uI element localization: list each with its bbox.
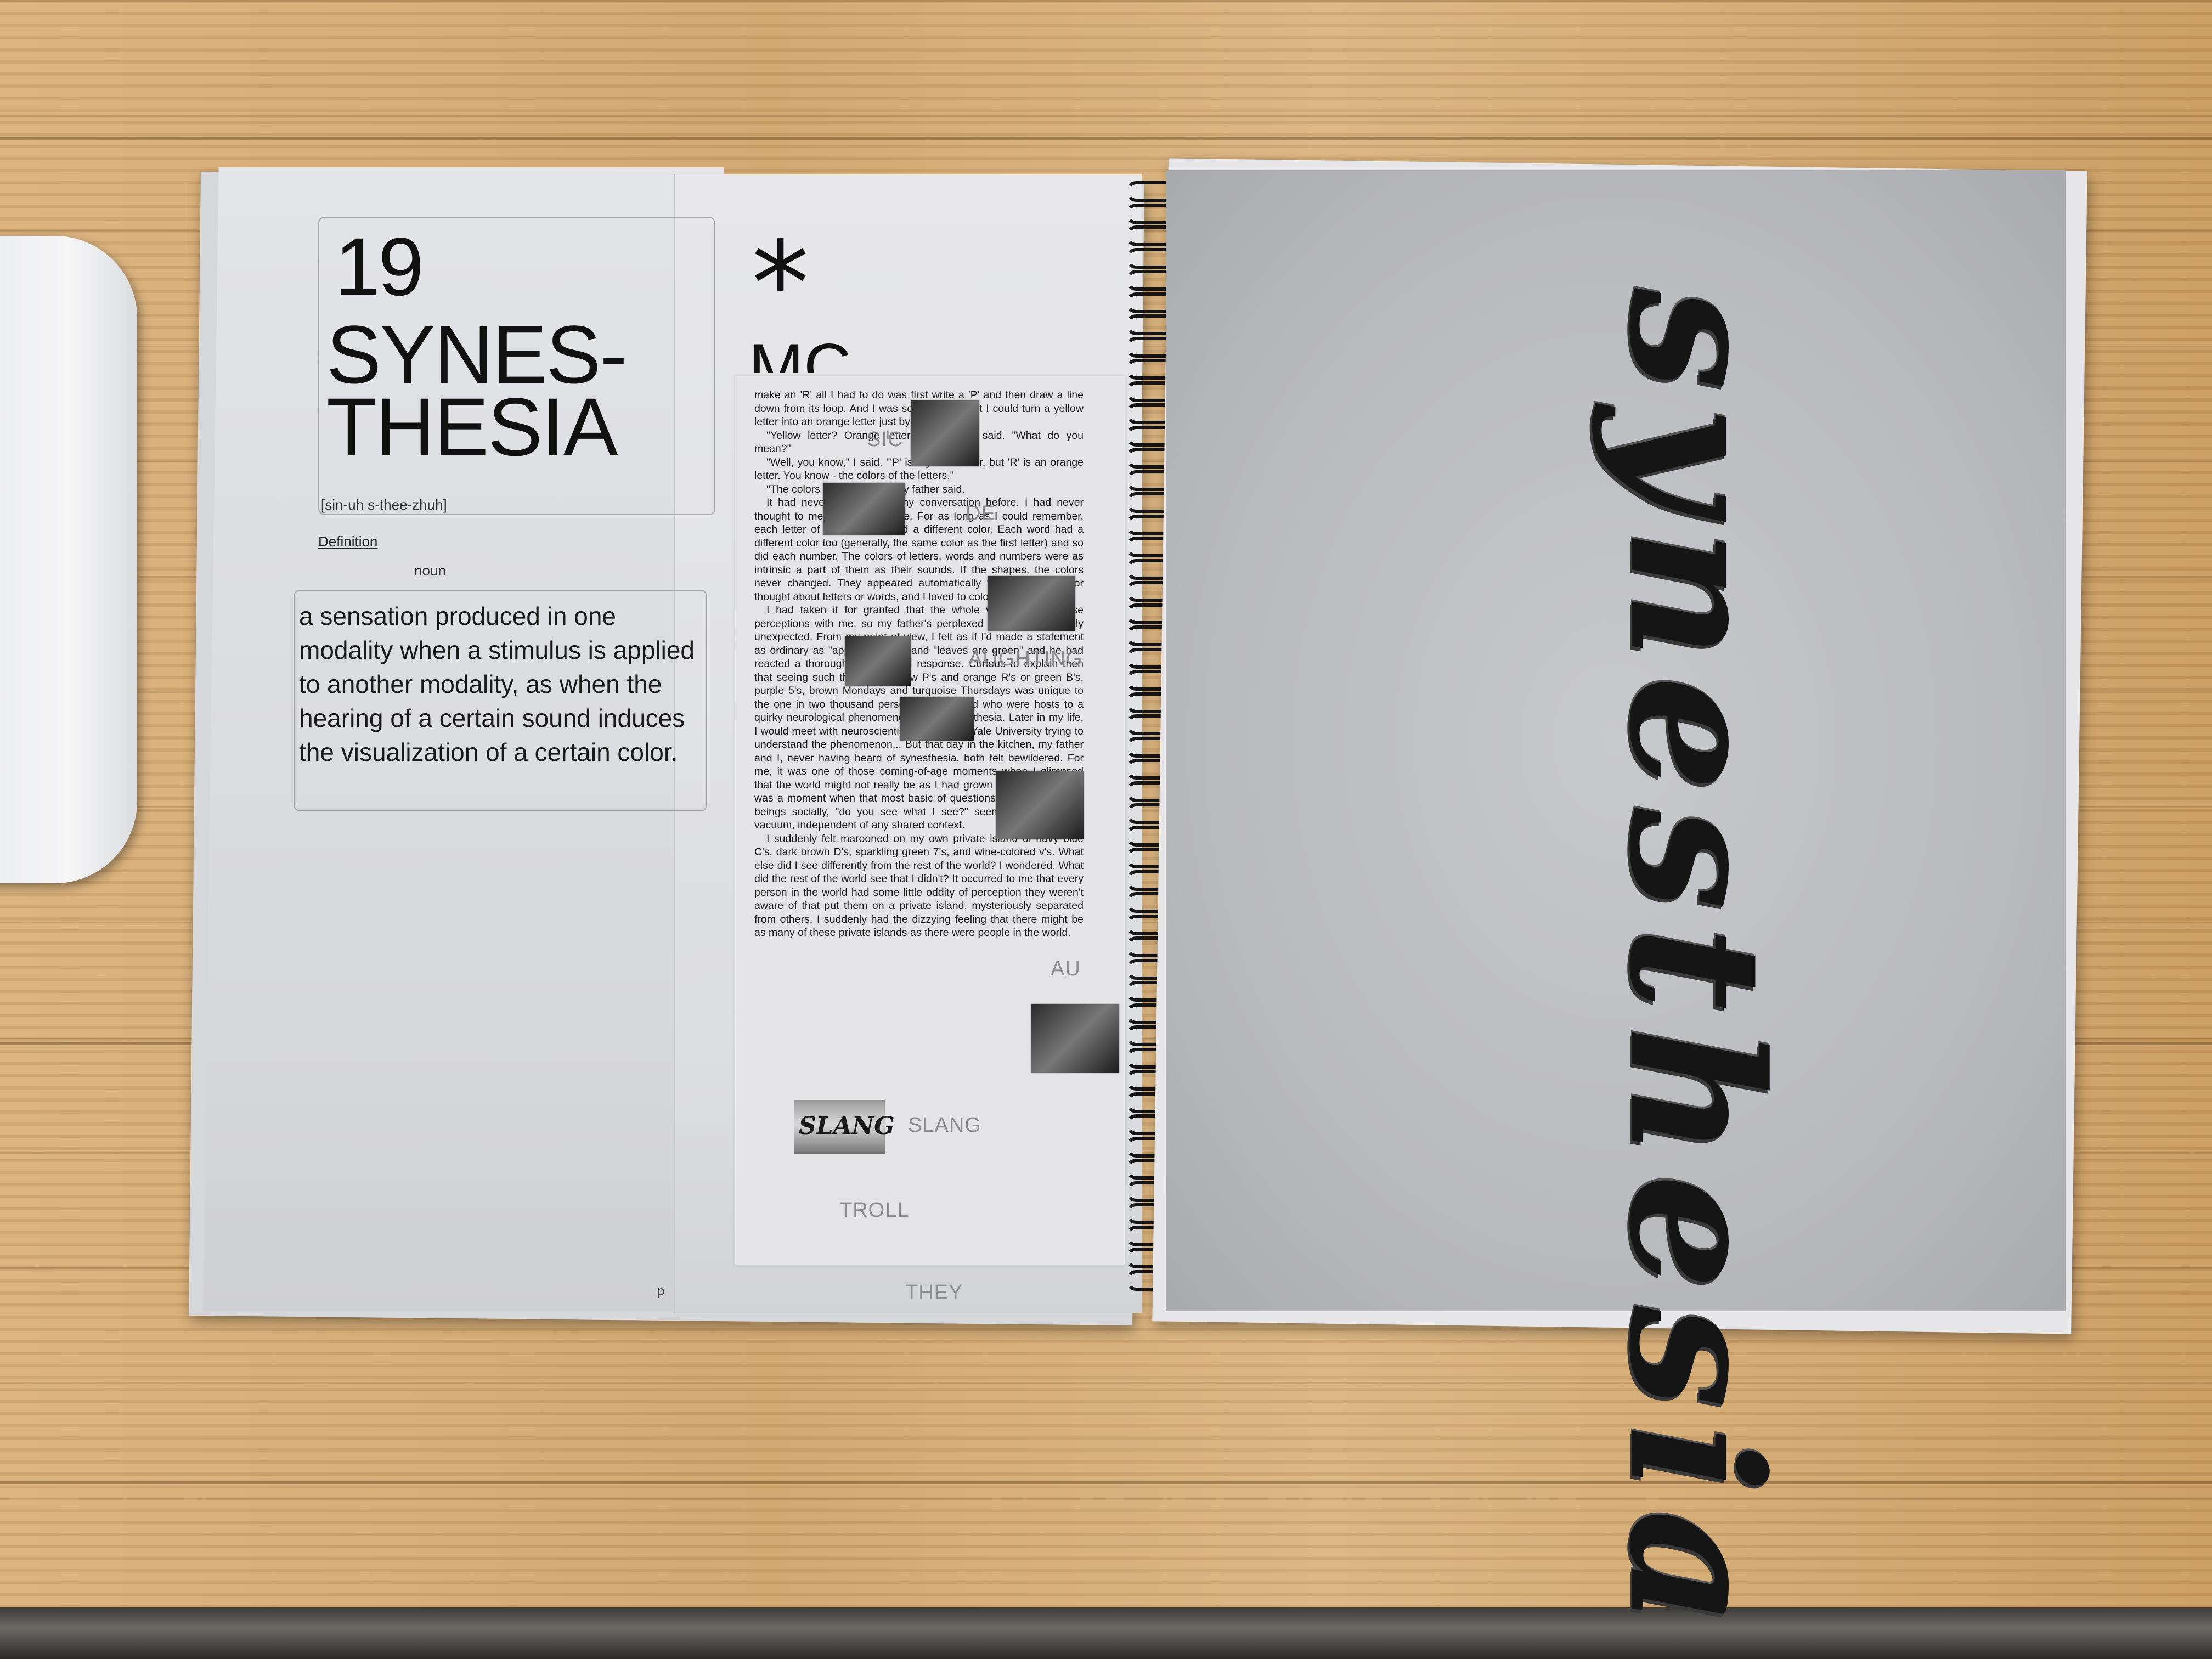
heading-fragment: MC [749,330,851,373]
collage-thumbnail [900,697,974,741]
ghost-word: SIC [867,428,904,451]
brush-lettering: synesthesia [1589,288,1802,1644]
essay-paragraph: I suddenly felt marooned on my own priva… [754,832,1084,939]
ghost-word-troll: TROLL [839,1199,910,1222]
ghost-word-slang: SLANG [908,1114,981,1137]
ghost-word-they: THEY [905,1281,963,1304]
collage-thumbnail [823,483,905,535]
collage-thumbnail [911,400,979,466]
entry-number: 19 [335,221,424,313]
ghost-word: DE [966,502,996,525]
collage-thumbnail [845,636,911,686]
entry-title: SYNES- THESIA [326,308,627,473]
pronunciation: [sin-uh s-thee-zhuh] [321,496,447,513]
definition-text: a sensation produced in one modality whe… [299,602,695,766]
collage-thumbnail [1031,1004,1119,1073]
plank-seam [0,137,2212,140]
slang-image: SLANG [794,1100,895,1154]
collage-thumbnail [988,576,1075,631]
definition-label: Definition [318,533,378,550]
plank-seam [0,1481,2212,1484]
title-line-1: SYNES- [326,308,627,400]
white-device-edge [0,236,137,883]
page-corner-mark: p [657,1284,665,1299]
ghost-word: AUGHTING [968,647,1083,670]
collage-thumbnail [996,771,1084,839]
fabric-strip [0,1607,2212,1659]
title-line-2: THESIA [326,381,618,473]
slang-image-text: SLANG [799,1112,895,1140]
ghost-word: AU [1051,957,1081,980]
essay-paragraph: "The colors of the letters?" my father s… [766,483,965,495]
part-of-speech: noun [414,562,446,579]
